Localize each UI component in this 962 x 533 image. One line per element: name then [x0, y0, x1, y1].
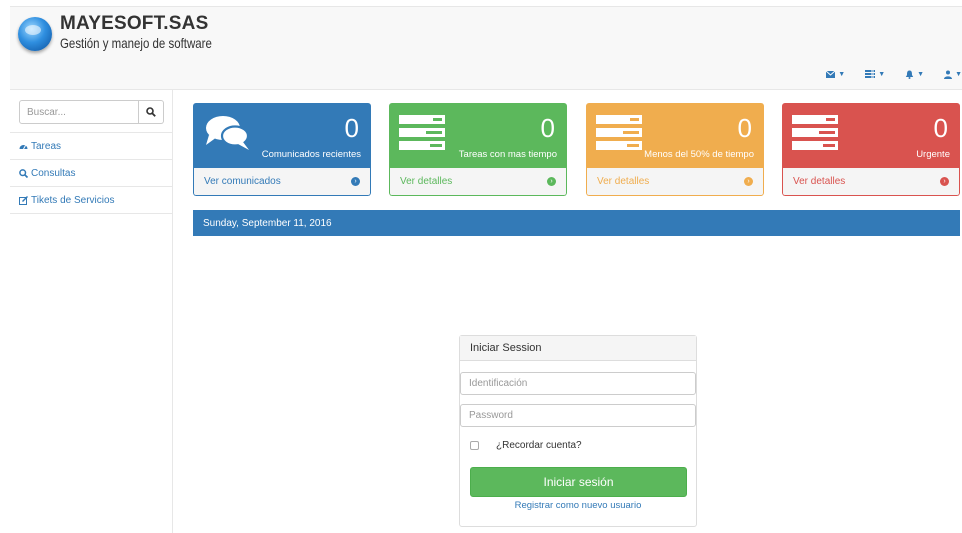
tasks-icon: [399, 113, 447, 158]
caret-down-icon: ▼: [917, 70, 925, 78]
dashboard-icon: [19, 145, 28, 150]
panel-comunicados: 0 Comunicados recientes Ver comunicados …: [193, 103, 371, 196]
search-icon: [146, 107, 156, 117]
brand-subtitle: Gestión y manejo de software: [60, 35, 212, 51]
sidebar-item-label: Tikets de Servicios: [31, 194, 115, 206]
panel-heading: 0 Comunicados recientes: [193, 103, 371, 168]
login-button[interactable]: Iniciar sesión: [470, 467, 687, 497]
tasks-icon: [865, 70, 876, 78]
sidebar-item-label: Tareas: [31, 140, 62, 152]
logo: [18, 17, 52, 51]
panel-footer-link[interactable]: Ver detalles ›: [586, 168, 764, 196]
register-link[interactable]: Registrar como nuevo usuario: [460, 500, 696, 511]
panel-menos-50: 0 Menos del 50% de tiempo Ver detalles ›: [586, 103, 764, 196]
panel-heading: 0 Urgente: [782, 103, 960, 168]
password-field[interactable]: [460, 404, 696, 427]
sidebar-item-tareas[interactable]: Tareas: [10, 133, 172, 160]
panel-heading: 0 Menos del 50% de tiempo: [586, 103, 764, 168]
tasks-icon: [792, 113, 840, 158]
remember-row: ¿Recordar cuenta?: [470, 440, 582, 451]
search-button[interactable]: [139, 100, 164, 124]
panel-link-label: Ver detalles: [597, 176, 650, 187]
panel-urgente: 0 Urgente Ver detalles ›: [782, 103, 960, 196]
sidebar: Tareas Consultas Tikets de Servicios: [10, 90, 173, 533]
panel-caption: Urgente: [916, 149, 950, 160]
alerts-dropdown[interactable]: ▼: [905, 65, 924, 83]
panel-count: 0: [933, 113, 948, 143]
login-title: Iniciar Session: [470, 342, 542, 354]
date-bar: Sunday, September 11, 2016: [193, 210, 960, 236]
identification-field[interactable]: [460, 372, 696, 395]
caret-down-icon: ▼: [878, 70, 886, 78]
panel-footer-link[interactable]: Ver comunicados ›: [193, 168, 371, 196]
search-input[interactable]: [19, 100, 139, 124]
brand-title: MAYESOFT.SAS: [60, 13, 209, 34]
panel-count: 0: [737, 113, 752, 143]
login-panel: Iniciar Session ¿Recordar cuenta? Inicia…: [459, 335, 697, 527]
current-date: Sunday, September 11, 2016: [203, 217, 332, 229]
login-heading: Iniciar Session: [460, 336, 696, 361]
header-bar: MAYESOFT.SAS Gestión y manejo de softwar…: [10, 6, 962, 90]
panel-caption: Menos del 50% de tiempo: [644, 149, 754, 160]
panel-link-label: Ver detalles: [400, 176, 453, 187]
caret-down-icon: ▼: [955, 70, 962, 78]
panel-count: 0: [344, 113, 359, 143]
arrow-circle-right-icon: ›: [940, 177, 949, 186]
panel-count: 0: [540, 113, 555, 143]
remember-label: ¿Recordar cuenta?: [496, 440, 582, 451]
sidebar-item-consultas[interactable]: Consultas: [10, 160, 172, 187]
panel-heading: 0 Tareas con mas tiempo: [389, 103, 567, 168]
user-icon: [944, 70, 953, 79]
comments-icon: [203, 113, 253, 158]
search-icon: [19, 168, 28, 178]
panel-footer-link[interactable]: Ver detalles ›: [782, 168, 960, 196]
panel-caption: Comunicados recientes: [261, 149, 361, 160]
panel-link-label: Ver comunicados: [204, 176, 281, 187]
arrow-circle-right-icon: ›: [351, 177, 360, 186]
panel-caption: Tareas con mas tiempo: [458, 149, 557, 160]
edit-icon: [19, 195, 28, 205]
sidebar-search: [19, 100, 164, 124]
envelope-icon: [826, 70, 836, 78]
remember-checkbox[interactable]: [470, 441, 479, 450]
sidebar-item-tikets[interactable]: Tikets de Servicios: [10, 187, 172, 214]
top-navigation: ▼ ▼ ▼ ▼: [826, 65, 962, 83]
tasks-dropdown[interactable]: ▼: [865, 65, 885, 83]
arrow-circle-right-icon: ›: [744, 177, 753, 186]
caret-down-icon: ▼: [838, 70, 846, 78]
panel-footer-link[interactable]: Ver detalles ›: [389, 168, 567, 196]
sidebar-menu: Tareas Consultas Tikets de Servicios: [10, 133, 172, 214]
messages-dropdown[interactable]: ▼: [826, 65, 845, 83]
sidebar-item-label: Consultas: [31, 167, 76, 179]
panel-tareas-tiempo: 0 Tareas con mas tiempo Ver detalles ›: [389, 103, 567, 196]
arrow-circle-right-icon: ›: [547, 177, 556, 186]
bell-icon: [905, 70, 914, 79]
tasks-icon: [596, 113, 644, 158]
app-window: MAYESOFT.SAS Gestión y manejo de softwar…: [0, 0, 962, 533]
user-dropdown[interactable]: ▼: [944, 65, 962, 83]
panel-link-label: Ver detalles: [793, 176, 846, 187]
